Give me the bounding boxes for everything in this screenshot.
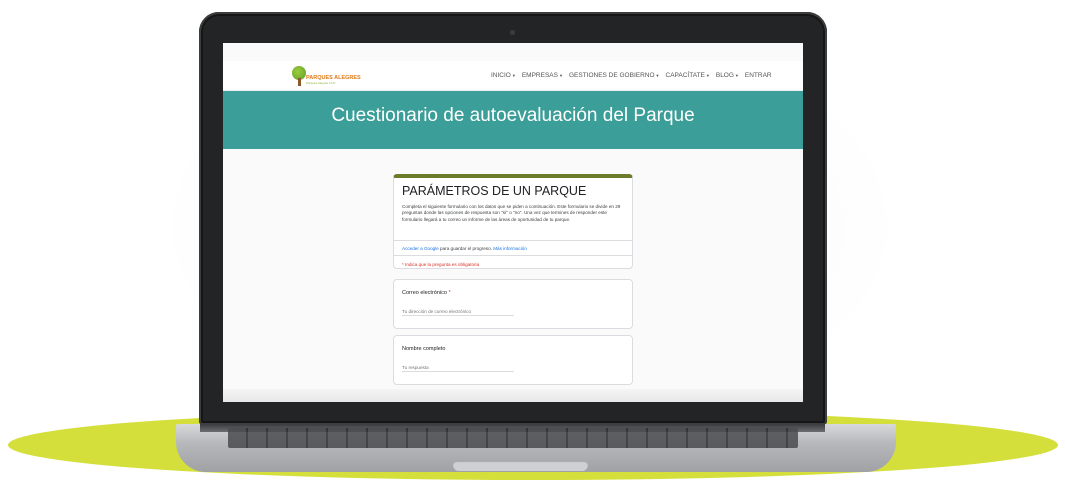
nav-item-label: INICIO xyxy=(491,72,511,79)
required-star: * xyxy=(448,290,451,296)
question-label-text: Correo electrónico xyxy=(402,290,447,296)
site-navbar: PARQUES ALEGRES Parques Alegres I.A.P. I… xyxy=(223,61,803,91)
site-logo[interactable]: PARQUES ALEGRES Parques Alegres I.A.P. xyxy=(289,65,361,87)
caret-down-icon: ▼ xyxy=(558,73,563,78)
form-header-card: PARÁMETROS DE UN PARQUE Completa el sigu… xyxy=(393,174,633,269)
logo-tagline: Parques Alegres I.A.P. xyxy=(306,81,336,85)
nav-item-label: GESTIONES DE GOBIERNO xyxy=(568,72,655,79)
nav-item-entrar[interactable]: ENTRAR xyxy=(745,72,772,79)
nav-item-capacitate[interactable]: CAPACÍTATE ▼ xyxy=(666,72,710,79)
google-signin-link[interactable]: Acceder a Google xyxy=(402,246,439,251)
nav-item-blog[interactable]: BLOG ▼ xyxy=(716,72,739,79)
divider xyxy=(394,255,632,256)
hero-banner: Cuestionario de autoevaluación del Parqu… xyxy=(223,91,803,149)
required-note: * Indica que la pregunta es obligatoria xyxy=(402,262,480,267)
laptop-keyboard xyxy=(228,428,798,448)
question-label: Correo electrónico * xyxy=(402,290,451,296)
caret-down-icon: ▼ xyxy=(655,73,660,78)
signin-notice: Acceder a Google para guardar el progres… xyxy=(402,246,527,251)
question-card-email: Correo electrónico * xyxy=(393,279,633,329)
full-name-field[interactable] xyxy=(402,364,514,372)
screen-bottom-edge xyxy=(223,389,803,402)
tree-trunk-icon xyxy=(298,78,301,86)
laptop-screen: PARQUES ALEGRES Parques Alegres I.A.P. I… xyxy=(223,43,803,402)
email-field[interactable] xyxy=(402,308,514,316)
laptop-trackpad xyxy=(453,461,588,471)
nav-item-label: ENTRAR xyxy=(744,72,772,79)
page-title: Cuestionario de autoevaluación del Parqu… xyxy=(331,105,695,126)
nav-item-label: CAPACÍTATE xyxy=(665,72,705,79)
nav-item-gestiones[interactable]: GESTIONES DE GOBIERNO ▼ xyxy=(569,72,660,79)
nav-menu: INICIO ▼ EMPRESAS ▼ GESTIONES DE GOBIERN… xyxy=(491,72,772,79)
form-title: PARÁMETROS DE UN PARQUE xyxy=(402,184,587,198)
divider xyxy=(394,240,632,241)
nav-item-empresas[interactable]: EMPRESAS ▼ xyxy=(522,72,563,79)
nav-item-inicio[interactable]: INICIO ▼ xyxy=(491,72,516,79)
caret-down-icon: ▼ xyxy=(511,73,516,78)
question-label: Nombre completo xyxy=(402,346,446,352)
nav-item-label: BLOG xyxy=(715,72,734,79)
signin-text: para guardar el progreso. xyxy=(438,246,494,251)
form-description: Completa el siguiente formulario con los… xyxy=(402,204,621,222)
question-card-name: Nombre completo xyxy=(393,335,633,385)
more-info-link[interactable]: Más información xyxy=(493,246,527,251)
nav-item-label: EMPRESAS xyxy=(521,72,558,79)
caret-down-icon: ▼ xyxy=(734,73,739,78)
webcam-icon xyxy=(510,30,515,35)
caret-down-icon: ▼ xyxy=(705,73,710,78)
